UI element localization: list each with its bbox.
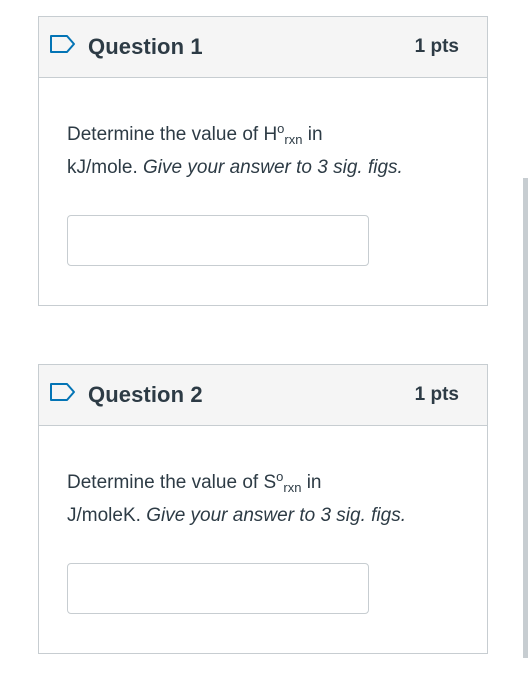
flag-question-icon[interactable] — [49, 34, 77, 54]
prompt-subscript: rxn — [284, 132, 303, 147]
question-1: Question 1 1 pts Determine the value of … — [38, 16, 488, 306]
question-2: Question 2 1 pts Determine the value of … — [38, 364, 488, 654]
page-edge-scrollbar — [523, 178, 528, 658]
question-header: Question 2 1 pts — [39, 365, 487, 426]
prompt-prefix: Determine the value of S — [67, 472, 277, 493]
prompt-prefix: Determine the value of H — [67, 124, 278, 145]
question-points: 1 pts — [414, 36, 459, 57]
question-prompt: Determine the value of Sorxn in J/moleK.… — [67, 466, 457, 532]
prompt-instruction: Give your answer to 3 sig. figs. — [146, 505, 406, 526]
prompt-suffix: in — [302, 124, 323, 145]
prompt-suffix: in — [301, 472, 322, 493]
question-title: Question 2 — [88, 382, 203, 407]
answer-input[interactable] — [67, 563, 369, 614]
prompt-unit: J/moleK. — [67, 505, 147, 526]
question-prompt: Determine the value of Horxn in kJ/mole.… — [67, 118, 457, 184]
answer-input[interactable] — [67, 215, 369, 266]
prompt-instruction: Give your answer to 3 sig. figs. — [143, 157, 403, 178]
question-header: Question 1 1 pts — [39, 17, 487, 78]
question-points: 1 pts — [414, 384, 459, 405]
prompt-unit: kJ/mole. — [67, 157, 144, 178]
flag-question-icon[interactable] — [49, 382, 77, 402]
prompt-subscript: rxn — [283, 480, 302, 495]
question-title: Question 1 — [88, 34, 203, 59]
